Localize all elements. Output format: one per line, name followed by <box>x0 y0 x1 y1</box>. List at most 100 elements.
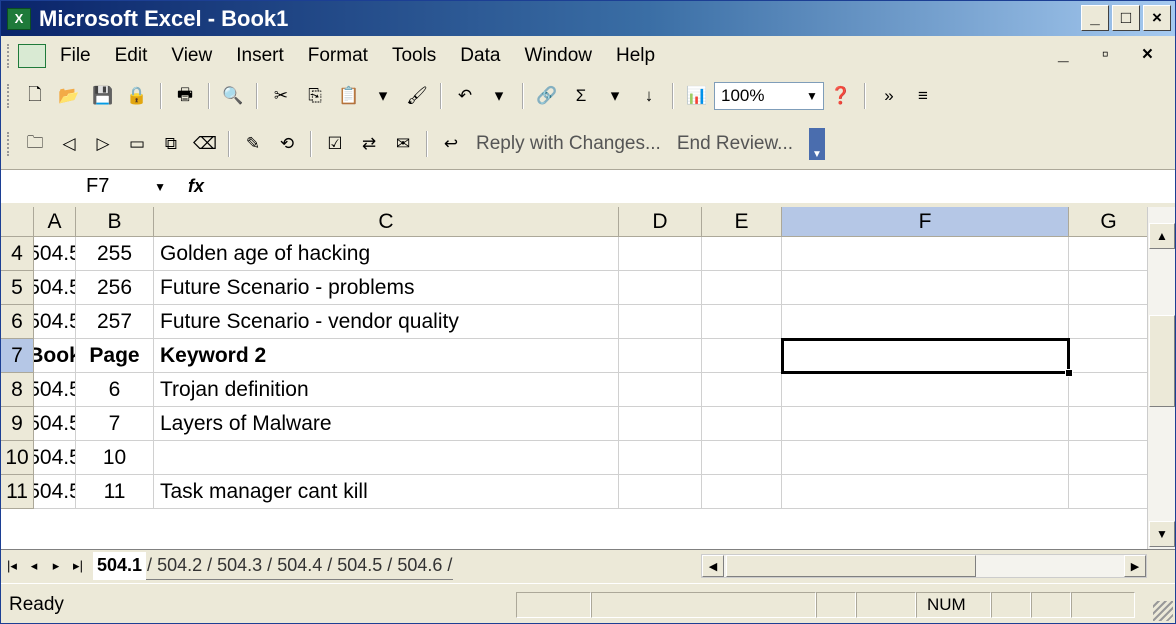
horizontal-scroll-thumb[interactable] <box>726 555 976 577</box>
cell-f11[interactable] <box>782 475 1069 509</box>
cell-c11[interactable]: Task manager cant kill <box>154 475 619 509</box>
undo-dropdown-icon[interactable]: ▾ <box>485 82 513 110</box>
delete-ink-icon[interactable]: ⟲ <box>273 130 301 158</box>
cell-d9[interactable] <box>619 407 702 441</box>
row-header[interactable]: 7 <box>1 339 34 373</box>
document-window-controls[interactable]: _ ▫ × <box>1058 44 1167 66</box>
cell-c9[interactable]: Layers of Malware <box>154 407 619 441</box>
cell-g11[interactable] <box>1069 475 1149 509</box>
cell-e11[interactable] <box>702 475 782 509</box>
sheet-tab-504-3[interactable]: 504.3 <box>213 552 267 580</box>
menu-edit[interactable]: Edit <box>115 45 148 67</box>
row-header[interactable]: 8 <box>1 373 34 407</box>
column-header-e[interactable]: E <box>702 207 782 237</box>
chart-wizard-icon[interactable]: 📊 <box>683 82 711 110</box>
maximize-button[interactable]: □ <box>1112 5 1140 31</box>
cell-b7[interactable]: Page <box>76 339 154 373</box>
cell-f7[interactable] <box>782 339 1069 373</box>
cell-g9[interactable] <box>1069 407 1149 441</box>
next-sheet-icon[interactable]: ▸ <box>45 558 67 574</box>
cell-f9[interactable] <box>782 407 1069 441</box>
vertical-scrollbar[interactable]: ▲ ▼ <box>1147 207 1175 549</box>
show-comment-icon[interactable]: ▭ <box>123 130 151 158</box>
cell-f8[interactable] <box>782 373 1069 407</box>
new-comment-icon[interactable]: 🗀 <box>21 130 49 158</box>
row-header[interactable]: 6 <box>1 305 34 339</box>
cell-e5[interactable] <box>702 271 782 305</box>
sheet-tab-504-1[interactable]: 504.1 <box>93 551 147 580</box>
vertical-scroll-thumb[interactable] <box>1149 315 1175 407</box>
cell-f6[interactable] <box>782 305 1069 339</box>
sheet-tab-504-5[interactable]: 504.5 <box>333 552 387 580</box>
cell-d8[interactable] <box>619 373 702 407</box>
toolbar-grip[interactable] <box>7 84 12 108</box>
column-header-b[interactable]: B <box>76 207 154 237</box>
cell-g4[interactable] <box>1069 237 1149 271</box>
insert-function-icon[interactable]: fx <box>176 176 216 197</box>
end-review-button[interactable]: End Review... <box>677 133 793 155</box>
cell-b8[interactable]: 6 <box>76 373 154 407</box>
menu-tools[interactable]: Tools <box>392 45 436 67</box>
column-header-c[interactable]: C <box>154 207 619 237</box>
cell-c10[interactable] <box>154 441 619 475</box>
column-header-f[interactable]: F <box>782 207 1069 237</box>
reply-changes-icon[interactable]: ↩ <box>437 130 465 158</box>
cell-d7[interactable] <box>619 339 702 373</box>
cell-b5[interactable]: 256 <box>76 271 154 305</box>
close-button[interactable]: × <box>1143 5 1171 31</box>
cell-g6[interactable] <box>1069 305 1149 339</box>
copy-icon[interactable]: ⎘ <box>301 82 329 110</box>
resize-grip-icon[interactable] <box>1153 601 1173 621</box>
new-icon[interactable]: 🗋 <box>21 82 49 110</box>
next-comment-icon[interactable]: ▷ <box>89 130 117 158</box>
hyperlink-icon[interactable]: 🔗 <box>533 82 561 110</box>
paste-icon[interactable]: 📋 <box>335 82 363 110</box>
cell-g10[interactable] <box>1069 441 1149 475</box>
print-icon[interactable]: 🖶 <box>171 82 199 110</box>
sheet-tab-504-6[interactable]: 504.6 <box>393 552 447 580</box>
worksheet-grid[interactable]: ABCDEFG4504.5255Golden age of hacking550… <box>1 207 1175 549</box>
cell-a5[interactable]: 504.5 <box>34 271 76 305</box>
cell-d4[interactable] <box>619 237 702 271</box>
sheet-tab-504-2[interactable]: 504.2 <box>153 552 207 580</box>
menubar-grip[interactable] <box>7 43 12 68</box>
cell-b11[interactable]: 11 <box>76 475 154 509</box>
menu-data[interactable]: Data <box>460 45 500 67</box>
cell-b4[interactable]: 255 <box>76 237 154 271</box>
delete-comment-icon[interactable]: ⌫ <box>191 130 219 158</box>
cell-c7[interactable]: Keyword 2 <box>154 339 619 373</box>
cut-icon[interactable]: ✂ <box>267 82 295 110</box>
cell-c6[interactable]: Future Scenario - vendor quality <box>154 305 619 339</box>
cell-e7[interactable] <box>702 339 782 373</box>
cell-g8[interactable] <box>1069 373 1149 407</box>
cell-c8[interactable]: Trojan definition <box>154 373 619 407</box>
row-header[interactable]: 11 <box>1 475 34 509</box>
cell-e10[interactable] <box>702 441 782 475</box>
autosum-icon[interactable]: Σ <box>567 82 595 110</box>
align-icon[interactable]: ≡ <box>909 82 937 110</box>
cell-a11[interactable]: 504.5 <box>34 475 76 509</box>
minimize-button[interactable]: _ <box>1081 5 1109 31</box>
paste-dropdown-icon[interactable]: ▾ <box>369 82 397 110</box>
ink-annotations-icon[interactable]: ✎ <box>239 130 267 158</box>
prev-sheet-icon[interactable]: ◂ <box>23 558 45 574</box>
menu-file[interactable]: File <box>60 45 91 67</box>
cell-f4[interactable] <box>782 237 1069 271</box>
column-header-d[interactable]: D <box>619 207 702 237</box>
create-task-icon[interactable]: ☑ <box>321 130 349 158</box>
cell-e9[interactable] <box>702 407 782 441</box>
cell-g5[interactable] <box>1069 271 1149 305</box>
cell-e6[interactable] <box>702 305 782 339</box>
menu-insert[interactable]: Insert <box>236 45 284 67</box>
column-header-a[interactable]: A <box>34 207 76 237</box>
autosum-dropdown-icon[interactable]: ▾ <box>601 82 629 110</box>
sort-ascending-icon[interactable]: ↓ <box>635 82 663 110</box>
scroll-right-icon[interactable]: ▶ <box>1124 555 1146 577</box>
column-header-g[interactable]: G <box>1069 207 1149 237</box>
cell-a6[interactable]: 504.5 <box>34 305 76 339</box>
format-painter-icon[interactable]: 🖌 <box>403 82 431 110</box>
menu-help[interactable]: Help <box>616 45 655 67</box>
select-all-corner[interactable] <box>1 207 34 237</box>
cell-b10[interactable]: 10 <box>76 441 154 475</box>
row-header[interactable]: 9 <box>1 407 34 441</box>
